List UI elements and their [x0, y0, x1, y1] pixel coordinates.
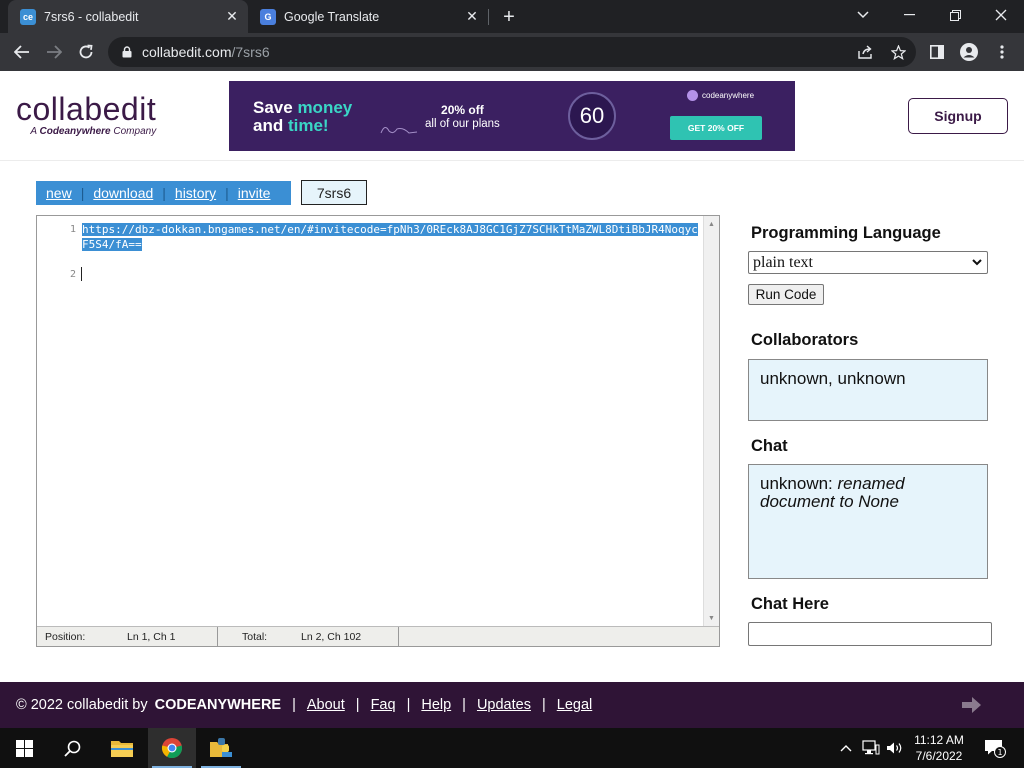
- browser-toolbar: collabedit.com/7srs6: [0, 33, 1024, 71]
- address-bar[interactable]: collabedit.com/7srs6: [108, 37, 916, 67]
- line-number: 2: [69, 269, 76, 280]
- share-icon[interactable]: [858, 44, 874, 60]
- collaborators-heading: Collaborators: [751, 331, 859, 349]
- python-app-icon[interactable]: [197, 728, 245, 768]
- search-icon[interactable]: [48, 728, 96, 768]
- signature-doodle-icon: [380, 127, 418, 134]
- editor-statusbar: Position: Ln 1, Ch 1 Total: Ln 2, Ch 102: [37, 626, 719, 646]
- browser-tabstrip: ce 7srs6 - collabedit ✕ G Google Transla…: [0, 0, 1024, 33]
- volume-icon[interactable]: [885, 728, 905, 768]
- selected-text[interactable]: https://dbz-dokkan.bngames.net/en/#invit…: [82, 223, 698, 251]
- lock-icon[interactable]: [120, 45, 134, 59]
- logo-text: collabedit: [16, 91, 157, 127]
- forward-arrow-icon[interactable]: [41, 39, 67, 65]
- logo-subtitle: A Codeanywhere Company: [30, 126, 157, 137]
- back-arrow-icon[interactable]: [9, 39, 35, 65]
- line-number: 1: [69, 224, 76, 235]
- code-content[interactable]: https://dbz-dokkan.bngames.net/en/#invit…: [82, 222, 698, 252]
- chat-here-heading: Chat Here: [751, 595, 829, 613]
- ad-cta-button[interactable]: GET 20% OFF: [670, 116, 762, 140]
- chrome-icon[interactable]: [148, 728, 196, 768]
- run-code-button[interactable]: Run Code: [748, 284, 824, 305]
- scroll-up-arrow-icon[interactable]: ▲: [704, 218, 719, 230]
- close-window-icon[interactable]: [978, 0, 1024, 30]
- tab-collabedit[interactable]: ce 7srs6 - collabedit ✕: [8, 0, 248, 33]
- ad-timer-dial: 60: [568, 92, 616, 140]
- tab-close-icon[interactable]: ✕: [464, 8, 480, 25]
- tab-google-translate[interactable]: G Google Translate ✕: [248, 0, 488, 33]
- url-text: collabedit.com/7srs6: [142, 44, 270, 60]
- tray-chevron-up-icon[interactable]: [838, 728, 854, 768]
- ad-brand: codeanywhere: [687, 90, 754, 101]
- network-icon[interactable]: [861, 728, 881, 768]
- reload-icon[interactable]: [73, 39, 99, 65]
- chat-input[interactable]: [748, 622, 992, 646]
- notification-center-icon[interactable]: 1: [980, 728, 1010, 768]
- taskbar-clock[interactable]: 11:12 AM 7/6/2022: [908, 732, 970, 764]
- chat-log: unknown: renamed document to None: [748, 464, 988, 579]
- restore-icon[interactable]: [932, 0, 978, 30]
- tab-title: 7srs6 - collabedit: [44, 9, 139, 24]
- tab-search-chevron-icon[interactable]: [840, 0, 886, 30]
- collabedit-favicon-icon: ce: [20, 8, 36, 25]
- faq-link[interactable]: Faq: [371, 697, 396, 713]
- tab-title: Google Translate: [284, 9, 380, 24]
- code-editor[interactable]: 1 2 https://dbz-dokkan.bngames.net/en/#i…: [36, 215, 720, 647]
- scroll-down-arrow-icon[interactable]: ▼: [704, 612, 719, 624]
- chevron-down-icon: [972, 259, 982, 266]
- ad-headline: Save money and time!: [253, 98, 353, 135]
- new-tab-icon[interactable]: +: [498, 6, 520, 28]
- more-menu-icon[interactable]: [993, 43, 1011, 61]
- programming-language-heading: Programming Language: [751, 224, 941, 242]
- profile-avatar-icon[interactable]: [960, 43, 978, 61]
- legal-link[interactable]: Legal: [557, 697, 592, 713]
- arrow-right-icon[interactable]: [962, 696, 982, 714]
- invite-link[interactable]: invite: [238, 185, 271, 201]
- bookmark-star-icon[interactable]: [890, 44, 906, 60]
- programming-language-select[interactable]: plain text: [748, 251, 988, 274]
- history-link[interactable]: history: [175, 185, 216, 201]
- side-panel-icon[interactable]: [928, 43, 946, 61]
- minimize-icon[interactable]: [886, 0, 932, 30]
- download-link[interactable]: download: [93, 185, 153, 201]
- file-explorer-icon[interactable]: [98, 728, 146, 768]
- help-link[interactable]: Help: [421, 697, 451, 713]
- tab-close-icon[interactable]: ✕: [224, 8, 240, 25]
- site-header: collabedit A Codeanywhere Company Save m…: [0, 71, 1024, 161]
- status-total: Total: Ln 2, Ch 102: [218, 627, 399, 646]
- about-link[interactable]: About: [307, 697, 345, 713]
- footer-brand[interactable]: CODEANYWHERE: [155, 697, 281, 713]
- site-footer: © 2022 collabedit by CODEANYWHERE | Abou…: [0, 682, 1024, 728]
- updates-link[interactable]: Updates: [477, 697, 531, 713]
- copyright-text: © 2022 collabedit by: [16, 697, 148, 713]
- start-windows-icon[interactable]: [0, 728, 48, 768]
- text-cursor: [81, 267, 82, 281]
- signup-button[interactable]: Signup: [908, 98, 1008, 134]
- collaborators-list: unknown, unknown: [748, 359, 988, 421]
- collabedit-logo[interactable]: collabedit A Codeanywhere Company: [16, 93, 156, 137]
- tab-separator: [488, 9, 489, 25]
- editor-scrollbar[interactable]: ▲ ▼: [703, 216, 719, 626]
- new-link[interactable]: new: [46, 185, 72, 201]
- document-id-badge: 7srs6: [301, 180, 367, 205]
- google-translate-favicon-icon: G: [260, 8, 276, 25]
- document-links-bar: new | download | history | invite: [36, 181, 291, 205]
- ad-offer: 20% off all of our plans: [425, 103, 500, 130]
- status-position: Position: Ln 1, Ch 1: [37, 627, 218, 646]
- windows-taskbar: 11:12 AM 7/6/2022 1: [0, 728, 1024, 768]
- ad-banner[interactable]: Save money and time! 20% off all of our …: [229, 81, 795, 151]
- notification-count: 1: [997, 748, 1002, 757]
- line-number-gutter: 1 2: [37, 216, 81, 626]
- chat-heading: Chat: [751, 437, 788, 455]
- codeanywhere-logo-icon: [687, 90, 698, 101]
